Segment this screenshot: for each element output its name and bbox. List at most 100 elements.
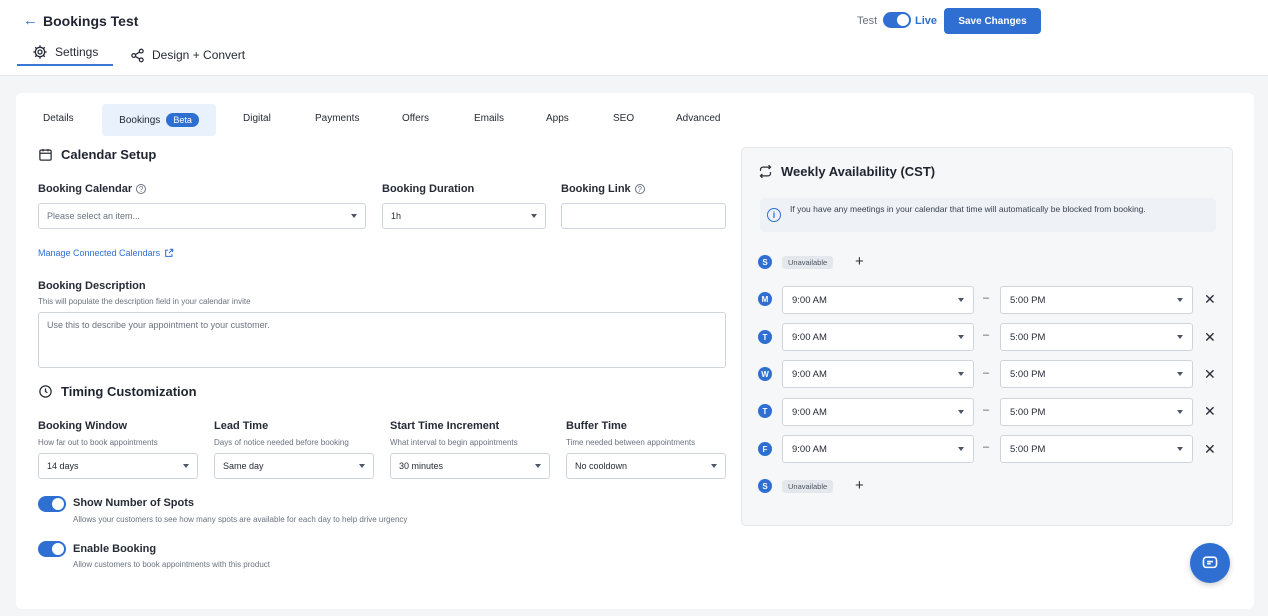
booking-duration-value: 1h [391, 211, 402, 221]
start-time-select[interactable]: 9:00 AM [782, 435, 974, 463]
chevron-down-icon [535, 464, 541, 468]
subtab-details[interactable]: Details [43, 113, 74, 127]
booking-calendar-placeholder: Please select an item... [47, 211, 141, 221]
chevron-down-icon [1177, 410, 1183, 414]
start-time-select[interactable]: 9:00 AM [782, 360, 974, 388]
enable-booking-toggle[interactable] [38, 541, 66, 557]
booking-duration-label: Booking Duration [382, 183, 475, 195]
booking-duration-select[interactable]: 1h [382, 203, 546, 229]
start-time-value: 9:00 AM [792, 406, 827, 418]
subtab-emails[interactable]: Emails [474, 113, 504, 127]
buffer-time-select[interactable]: No cooldown [566, 453, 726, 479]
day-badge: T [758, 330, 772, 344]
availability-heading: Weekly Availability (CST) [758, 164, 935, 179]
booking-window-label: Booking Window [38, 420, 128, 432]
subtab-payments[interactable]: Payments [315, 113, 359, 127]
help-icon[interactable]: ? [634, 184, 645, 194]
subtab-apps[interactable]: Apps [546, 113, 569, 127]
booking-link-input[interactable] [561, 203, 726, 229]
tab-design-convert[interactable]: Design + Convert [130, 44, 245, 66]
chevron-down-icon [958, 410, 964, 414]
end-time-value: 5:00 PM [1010, 294, 1046, 306]
start-increment-select[interactable]: 30 minutes [390, 453, 550, 479]
tab-design-convert-label: Design + Convert [152, 48, 246, 62]
booking-description-textarea[interactable]: Use this to describe your appointment to… [38, 312, 726, 368]
booking-window-value: 14 days [47, 461, 79, 471]
calendar-setup-title: Calendar Setup [61, 147, 157, 162]
end-time-value: 5:00 PM [1010, 331, 1046, 343]
time-separator: – [983, 404, 990, 416]
tab-settings[interactable]: Settings [17, 44, 113, 66]
mode-test-label: Test [857, 15, 878, 27]
save-button[interactable]: Save Changes [944, 8, 1041, 34]
end-time-value: 5:00 PM [1010, 443, 1046, 455]
close-icon[interactable]: ✕ [1204, 404, 1216, 418]
start-time-value: 9:00 AM [792, 331, 827, 343]
start-increment-value: 30 minutes [399, 461, 444, 471]
booking-calendar-select[interactable]: Please select an item... [38, 203, 366, 229]
chevron-down-icon [958, 372, 964, 376]
live-toggle[interactable] [883, 12, 911, 28]
start-time-select[interactable]: 9:00 AM [782, 398, 974, 426]
subtab-advanced[interactable]: Advanced [676, 113, 720, 127]
chevron-down-icon [1177, 372, 1183, 376]
day-badge: T [758, 404, 772, 418]
clock-icon [39, 385, 52, 398]
chevron-down-icon [531, 214, 537, 218]
share-nodes-icon [131, 48, 144, 62]
close-icon[interactable]: ✕ [1204, 367, 1216, 381]
day-badge: W [758, 367, 772, 381]
booking-calendar-label: Booking Calendar ? [38, 183, 147, 195]
end-time-select[interactable]: 5:00 PM [1000, 360, 1193, 388]
external-link-icon [165, 248, 174, 257]
plus-icon[interactable]: + [855, 254, 864, 269]
mode-live-label: Live [915, 15, 938, 27]
unavailable-badge: Unavailable [782, 480, 834, 493]
subtab-offers[interactable]: Offers [402, 113, 429, 127]
manage-calendars-link[interactable]: Manage Connected Calendars [38, 248, 174, 258]
start-time-select[interactable]: 9:00 AM [782, 286, 974, 314]
chat-button[interactable] [1190, 543, 1230, 583]
start-time-value: 9:00 AM [792, 368, 827, 380]
chevron-down-icon [1177, 447, 1183, 451]
start-increment-label: Start Time Increment [390, 420, 500, 432]
booking-description-label: Booking Description [38, 280, 146, 292]
show-spots-label: Show Number of Spots [73, 497, 194, 509]
end-time-select[interactable]: 5:00 PM [1000, 435, 1193, 463]
arrow-left-icon[interactable]: ← [23, 12, 38, 29]
timing-title: Timing Customization [61, 384, 197, 399]
subtab-seo[interactable]: SEO [613, 113, 634, 127]
show-spots-desc: Allows your customers to see how many sp… [73, 515, 408, 524]
info-text: If you have any meetings in your calenda… [790, 204, 1146, 214]
end-time-select[interactable]: 5:00 PM [1000, 398, 1193, 426]
booking-link-label: Booking Link ? [561, 183, 645, 195]
day-badge: M [758, 292, 772, 306]
subtab-bookings[interactable]: Bookings Beta [102, 104, 216, 136]
timing-heading: Timing Customization [38, 384, 197, 399]
start-time-select[interactable]: 9:00 AM [782, 323, 974, 351]
lead-time-select[interactable]: Same day [214, 453, 374, 479]
time-separator: – [983, 441, 990, 453]
chevron-down-icon [359, 464, 365, 468]
start-increment-hint: What interval to begin appointments [390, 438, 518, 447]
chat-icon [1202, 556, 1218, 569]
help-icon[interactable]: ? [136, 184, 147, 194]
plus-icon[interactable]: + [855, 478, 864, 493]
start-time-value: 9:00 AM [792, 443, 827, 455]
day-badge: S [758, 255, 772, 269]
show-spots-toggle[interactable] [38, 496, 66, 512]
beta-badge: Beta [166, 113, 199, 127]
time-separator: – [983, 367, 990, 379]
subtab-digital[interactable]: Digital [243, 113, 271, 127]
close-icon[interactable]: ✕ [1204, 330, 1216, 344]
end-time-select[interactable]: 5:00 PM [1000, 323, 1193, 351]
end-time-select[interactable]: 5:00 PM [1000, 286, 1193, 314]
calendar-setup-heading: Calendar Setup [38, 147, 156, 162]
enable-booking-label: Enable Booking [73, 543, 157, 555]
page-title: Bookings Test [43, 13, 139, 29]
lead-time-value: Same day [223, 461, 264, 471]
close-icon[interactable]: ✕ [1204, 442, 1216, 456]
booking-window-select[interactable]: 14 days [38, 453, 198, 479]
close-icon[interactable]: ✕ [1204, 292, 1216, 306]
chevron-down-icon [958, 335, 964, 339]
